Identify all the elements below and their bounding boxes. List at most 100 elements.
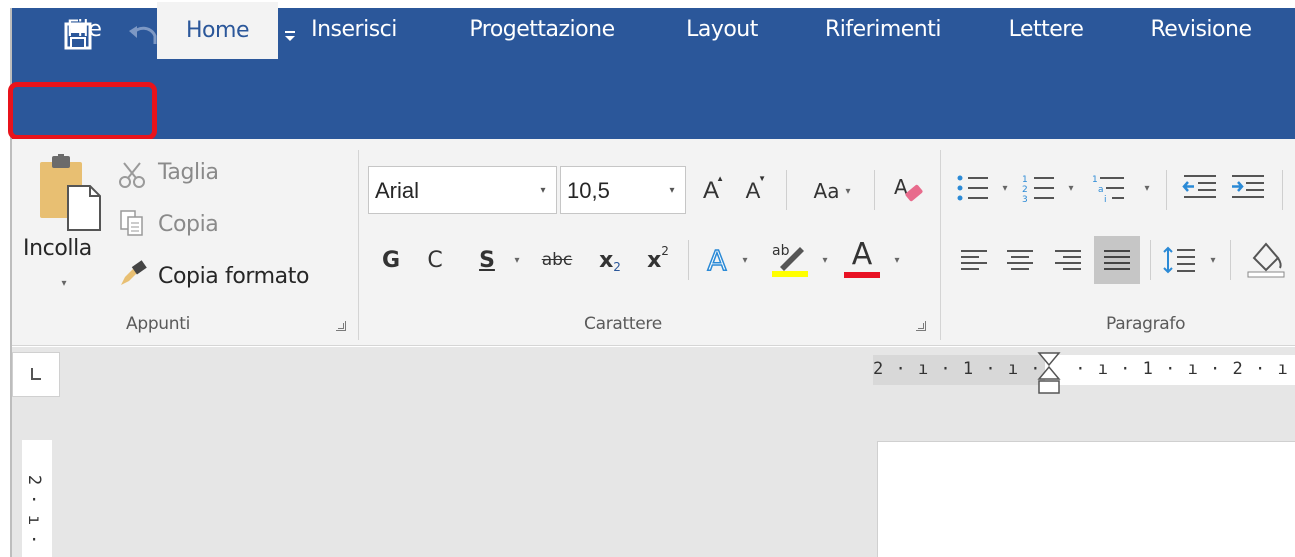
file-tab-highlight xyxy=(8,82,157,140)
subscript-index: 2 xyxy=(613,260,621,274)
strikethrough-label: abc xyxy=(541,250,573,270)
paragraph-separator xyxy=(1230,240,1231,280)
svg-text:2: 2 xyxy=(1022,185,1028,195)
carattere-launcher-icon[interactable] xyxy=(916,321,926,331)
paragraph-separator xyxy=(1150,240,1151,280)
svg-text:i: i xyxy=(1104,195,1107,203)
group-separator xyxy=(940,150,941,340)
font-separator xyxy=(688,240,689,280)
tab-inserisci-label: Inserisci xyxy=(311,17,397,42)
tab-progettazione-label: Progettazione xyxy=(469,17,615,42)
underline-label: S xyxy=(479,247,495,273)
subscript-button[interactable]: x2 xyxy=(590,240,630,280)
tab-revisione-label: Revisione xyxy=(1150,17,1252,42)
text-effects-icon[interactable]: A xyxy=(700,240,734,280)
tab-selector[interactable] xyxy=(12,352,60,397)
text-effects-dropdown-icon[interactable]: ▾ xyxy=(738,252,752,268)
copy-label[interactable]: Copia xyxy=(158,212,219,237)
bold-button[interactable]: G xyxy=(376,240,406,280)
highlight-icon[interactable]: ab xyxy=(768,236,812,280)
highlight-dropdown-icon[interactable]: ▾ xyxy=(818,252,832,268)
tab-layout-label: Layout xyxy=(686,17,758,42)
group-label-carattere: Carattere xyxy=(584,314,662,334)
tab-inserisci[interactable]: Inserisci xyxy=(290,0,418,59)
tab-stop-left-icon xyxy=(31,368,41,380)
vertical-ruler-marks: 2 · ı · xyxy=(24,470,44,550)
align-left-icon[interactable] xyxy=(954,240,994,280)
strikethrough-button[interactable]: abc xyxy=(534,240,580,280)
font-color-dropdown-icon[interactable]: ▾ xyxy=(890,252,904,268)
font-size-value: 10,5 xyxy=(567,178,610,203)
change-case-label: Aa xyxy=(813,179,840,203)
grow-font-icon[interactable]: A ▲ xyxy=(696,172,726,210)
font-separator xyxy=(874,170,875,210)
italic-label: C xyxy=(427,247,443,273)
underline-button[interactable]: S xyxy=(472,240,502,280)
font-name-combo[interactable]: Arial ▾ xyxy=(368,166,557,214)
tab-riferimenti[interactable]: Riferimenti xyxy=(800,0,966,59)
vertical-ruler[interactable]: 2 · ı · xyxy=(22,440,52,557)
tab-progettazione[interactable]: Progettazione xyxy=(440,0,644,59)
font-name-value: Arial xyxy=(375,178,420,203)
svg-text:1: 1 xyxy=(1022,175,1028,185)
italic-button[interactable]: C xyxy=(420,240,450,280)
appunti-launcher-icon[interactable] xyxy=(336,321,346,331)
tab-file[interactable]: File xyxy=(18,0,150,59)
horizontal-ruler-marks: 2 · ı · 1 · ı · · ı · 1 · ı · 2 · ı · xyxy=(873,359,1295,379)
paste-icon[interactable] xyxy=(36,154,104,234)
superscript-button[interactable]: x2 xyxy=(638,240,678,280)
font-separator xyxy=(786,170,787,210)
change-case-button[interactable]: Aa ▾ xyxy=(802,172,862,210)
multilevel-dropdown-icon[interactable]: ▾ xyxy=(1140,180,1154,196)
scissors-icon xyxy=(116,160,148,190)
format-painter-label[interactable]: Copia formato xyxy=(158,264,309,289)
bold-label: G xyxy=(381,247,401,273)
document-page[interactable] xyxy=(877,441,1295,557)
vertical-ruler-mark: · xyxy=(29,530,40,550)
decrease-indent-icon[interactable] xyxy=(1180,168,1220,208)
tab-file-label: File xyxy=(66,17,102,42)
font-color-glyph: A xyxy=(851,236,873,272)
indent-marker-icon[interactable] xyxy=(1037,351,1061,401)
svg-text:ab: ab xyxy=(772,243,790,259)
group-label-appunti: Appunti xyxy=(126,314,191,334)
svg-text:3: 3 xyxy=(1022,195,1028,203)
clear-formatting-icon[interactable]: A xyxy=(888,170,930,210)
underline-dropdown-icon[interactable]: ▾ xyxy=(510,252,524,268)
font-name-dropdown-icon[interactable]: ▾ xyxy=(530,167,556,213)
increase-indent-icon[interactable] xyxy=(1228,168,1268,208)
numbering-icon[interactable]: 1 2 3 xyxy=(1020,168,1064,208)
format-painter-icon xyxy=(116,258,150,290)
svg-text:a: a xyxy=(1098,185,1104,195)
shading-icon[interactable] xyxy=(1244,236,1288,280)
cut-label[interactable]: Taglia xyxy=(158,160,219,185)
paragraph-separator xyxy=(1166,170,1167,210)
line-spacing-dropdown-icon[interactable]: ▾ xyxy=(1206,252,1220,268)
bullets-icon[interactable] xyxy=(954,168,998,208)
svg-text:1: 1 xyxy=(1092,175,1098,185)
align-center-icon[interactable] xyxy=(1000,240,1040,280)
paragraph-separator xyxy=(1282,170,1283,210)
font-color-icon[interactable]: A xyxy=(840,236,884,280)
group-separator xyxy=(358,150,359,340)
superscript-base: x xyxy=(647,247,662,273)
shrink-font-icon[interactable]: A ▼ xyxy=(738,172,768,210)
align-right-icon[interactable] xyxy=(1048,240,1088,280)
tab-lettere[interactable]: Lettere xyxy=(986,0,1106,59)
tab-revisione[interactable]: Revisione xyxy=(1126,0,1276,59)
multilevel-list-icon[interactable]: 1 a i xyxy=(1090,168,1134,208)
justify-icon[interactable] xyxy=(1094,236,1140,284)
bullets-dropdown-icon[interactable]: ▾ xyxy=(998,180,1012,196)
horizontal-ruler[interactable]: 2 · ı · 1 · ı · · ı · 1 · ı · 2 · ı · xyxy=(873,352,1295,394)
line-spacing-icon[interactable] xyxy=(1160,240,1200,280)
tab-lettere-label: Lettere xyxy=(1008,17,1084,42)
tab-layout[interactable]: Layout xyxy=(664,0,780,59)
tab-home[interactable]: Home xyxy=(157,2,278,59)
paste-label[interactable]: Incolla xyxy=(23,236,92,261)
font-size-combo[interactable]: 10,5 ▾ xyxy=(560,166,686,214)
tab-riferimenti-label: Riferimenti xyxy=(825,17,941,42)
copy-icon xyxy=(116,208,148,238)
font-size-dropdown-icon[interactable]: ▾ xyxy=(659,167,685,213)
numbering-dropdown-icon[interactable]: ▾ xyxy=(1064,180,1078,196)
paste-dropdown-icon[interactable]: ▾ xyxy=(56,276,72,290)
